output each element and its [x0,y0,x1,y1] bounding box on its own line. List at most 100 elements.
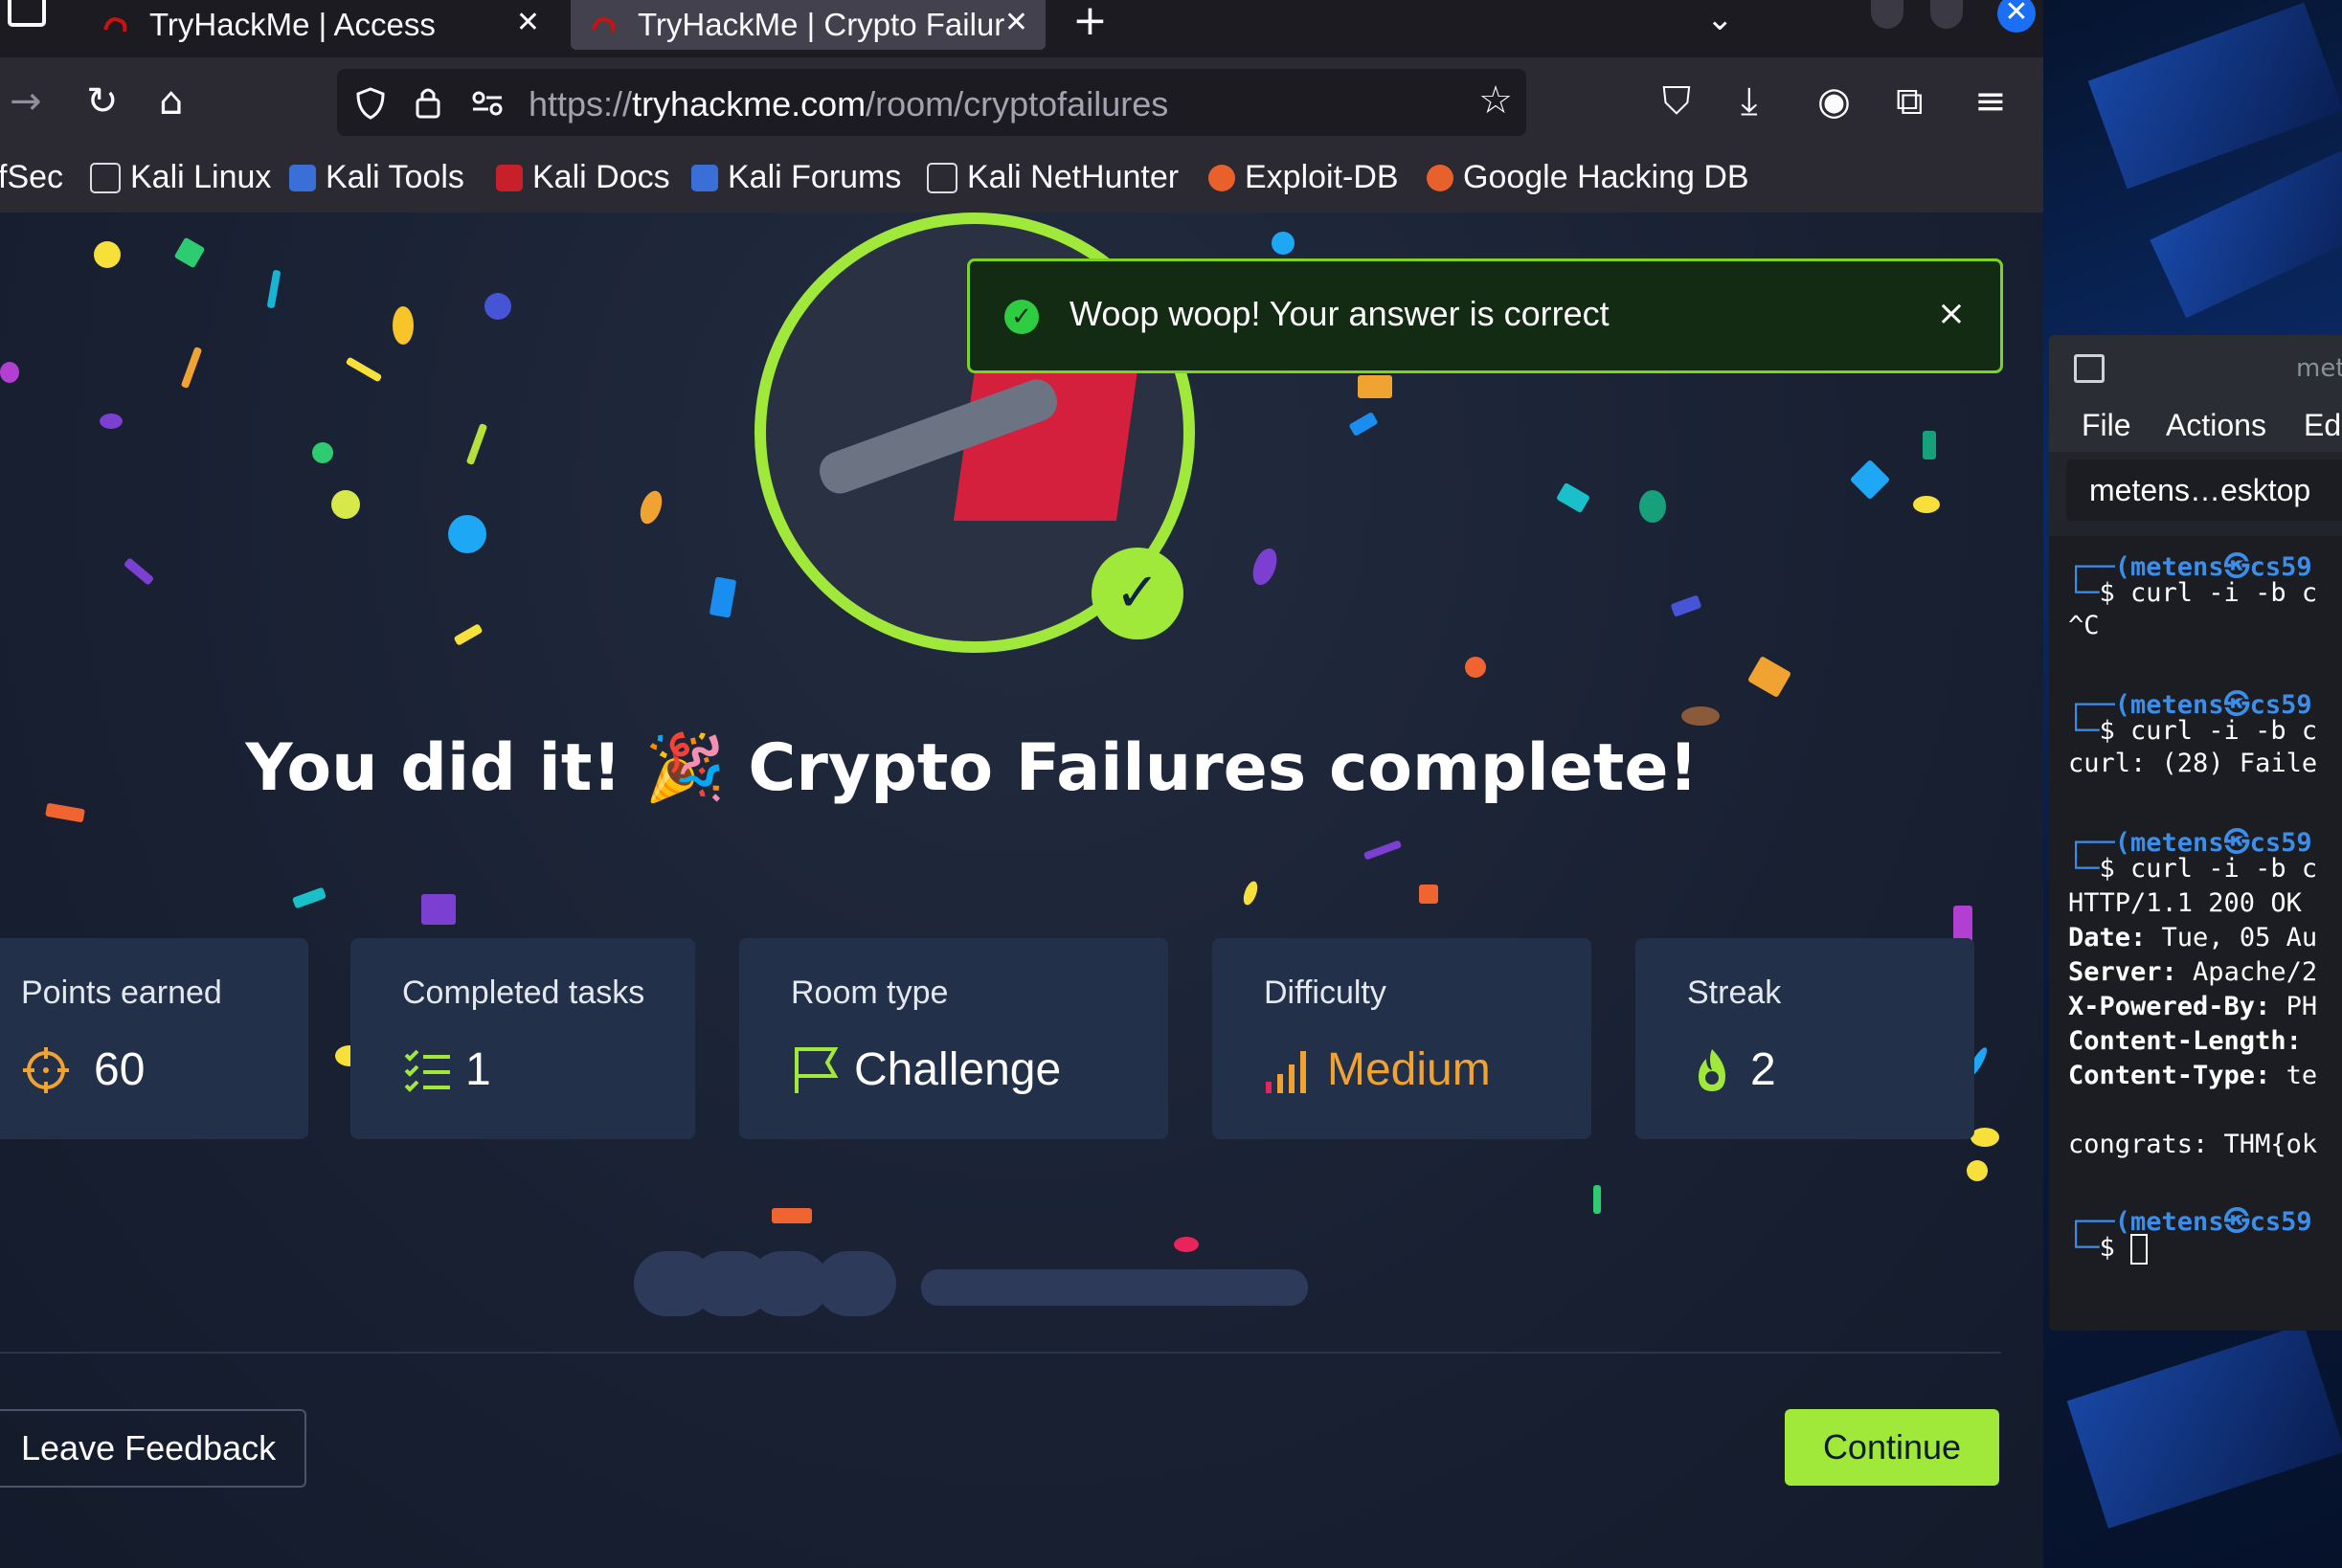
menu-hamburger-icon[interactable]: ≡ [1974,80,2007,123]
stat-card-points: Points earned 60 [0,938,308,1139]
loading-bar-placeholder [921,1269,1308,1306]
bookmark-kali-forums[interactable]: Kali Forums [691,159,901,196]
command-text: $ [2099,1233,2131,1263]
maximize-button[interactable] [1930,0,1963,29]
party-popper-icon: 🎉 [644,730,726,806]
extensions-icon[interactable]: ⧉ [1896,80,1924,123]
bookmark-kali-nethunter[interactable]: Kali NetHunter [927,159,1179,196]
bookmark-google-hacking-db[interactable]: Google Hacking DB [1427,159,1749,196]
toast-close-button[interactable]: × [1937,294,1966,333]
confetti [1639,490,1666,523]
output-line: HTTP/1.1 200 OK [2068,888,2302,918]
wallpaper-shape [2087,2,2342,190]
confetti [345,356,383,383]
bookmark-kali-linux[interactable]: Kali Linux [90,159,271,196]
home-icon[interactable]: ⌂ [159,80,183,123]
bookmark-kali-tools[interactable]: Kali Tools [289,159,464,196]
divider [0,1352,2001,1354]
confetti [0,362,19,383]
confetti [1248,545,1282,589]
confetti [180,346,203,390]
new-tab-button[interactable]: + [1072,0,1108,42]
header-value: Tue, 05 Au [2146,923,2318,952]
header-line: X-Powered-By: PH [2068,992,2317,1021]
bookmark-star-icon[interactable]: ☆ [1478,78,1513,123]
stat-value: 60 [94,1044,146,1095]
header-value: Apache/2 [2176,957,2318,987]
confetti [709,576,737,618]
menu-file[interactable]: File [2082,408,2131,443]
confetti [1970,1128,1999,1147]
bookmark-label: Exploit-DB [1245,159,1399,195]
url-bar[interactable]: https://tryhackme.com/room/cryptofailure… [337,69,1526,136]
bookmark-kali-docs[interactable]: Kali Docs [496,159,670,196]
stat-card-tasks: Completed tasks 1 [350,938,695,1139]
success-toast: ✓ Woop woop! Your answer is correct × [967,258,2003,373]
confetti [1358,375,1392,398]
output-line: congrats: THM{ok [2068,1130,2318,1159]
stat-value: 1 [465,1044,491,1095]
flag-icon [795,1047,839,1093]
bookmark-exploit-db[interactable]: Exploit-DB [1208,159,1399,196]
confetti [772,1208,812,1223]
site-permissions-icon[interactable] [471,90,504,117]
terminal-titlebar: met [2049,335,2342,398]
shield-icon[interactable] [354,86,387,121]
kali-tools-icon [289,164,316,191]
account-icon[interactable]: ◉ [1817,80,1851,123]
checklist-icon [404,1049,450,1092]
crosshair-icon [23,1047,69,1093]
confetti [173,236,206,269]
command-line: └─$ curl -i -b c [2068,578,2318,608]
command-line: └─$ curl -i -b c [2068,716,2318,746]
url-text[interactable]: https://tryhackme.com/room/cryptofailure… [529,84,1168,124]
tab-bar: TryHackMe | Access ✕ TryHackMe | Crypto … [0,0,2043,57]
menu-actions[interactable]: Actions [2166,408,2266,443]
output-line: ^C [2068,611,2100,640]
stat-label: Room type [791,974,949,1011]
completion-headline: You did it! 🎉 Crypto Failures complete! [0,729,1944,806]
bookmark-offsec[interactable]: fSec [0,159,63,196]
kali-dragon-icon [927,162,957,193]
sidebar-toggle-icon[interactable] [8,0,46,27]
forward-arrow-icon[interactable]: → [10,80,42,123]
confetti [1272,232,1295,255]
confetti [1913,496,1940,513]
kali-dragon-icon [90,162,121,193]
bookmark-label: Google Hacking DB [1463,159,1749,195]
confetti [266,269,281,309]
tab-crypto-failures[interactable]: TryHackMe | Crypto Failur ✕ [571,0,1046,50]
tab-access[interactable]: TryHackMe | Access ✕ [82,0,557,50]
menu-edit[interactable]: Ed [2304,408,2341,443]
downloads-icon[interactable]: ⤓ [1741,80,1758,123]
confetti [1556,482,1590,514]
bookmark-label: fSec [0,159,64,195]
reload-icon[interactable]: ↻ [86,80,119,123]
list-all-tabs-chevron-icon[interactable]: ⌄ [1706,0,1734,38]
stat-value: 2 [1750,1044,1776,1095]
terminal-tab[interactable]: metens…esktop [2066,459,2342,521]
command-line: └─$ curl -i -b c [2068,854,2318,884]
url-scheme: https:// [529,84,633,123]
tryhackme-favicon-icon [592,17,616,33]
stat-value: Medium [1327,1044,1491,1095]
confetti [1419,885,1438,904]
confetti [94,241,121,268]
toast-message: Woop woop! Your answer is correct [1070,294,1610,333]
confetti [123,557,155,586]
headline-prefix: You did it! [245,730,622,806]
pocket-icon[interactable]: ⛉ [1662,80,1691,123]
leave-feedback-button[interactable]: Leave Feedback [0,1409,306,1488]
confetti [1967,1160,1988,1181]
confetti [421,894,456,925]
confetti [1174,1237,1199,1252]
lock-icon[interactable] [414,84,442,121]
close-tab-icon[interactable]: ✕ [516,6,540,39]
terminal-output[interactable]: ┌──(metens㉿cs59 └─$ curl -i -b c ^C ┌──(… [2049,536,2342,1331]
minimize-button[interactable] [1871,0,1903,29]
confetti [1348,411,1379,437]
close-tab-icon[interactable]: ✕ [1004,6,1028,39]
close-window-button[interactable]: ✕ [1997,0,2036,33]
header-key: Server: [2068,957,2177,987]
continue-button[interactable]: Continue [1785,1409,1999,1486]
